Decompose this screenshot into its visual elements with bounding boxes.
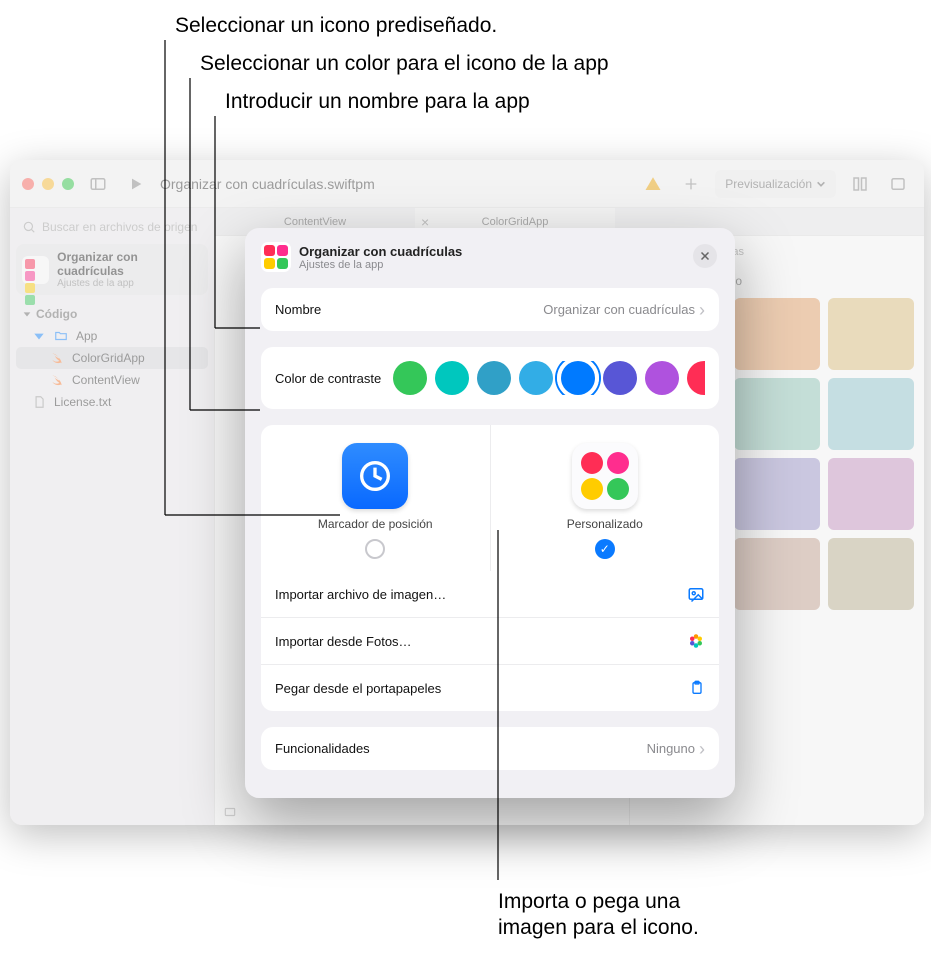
accent-swatch[interactable] (477, 361, 511, 395)
name-card: Nombre Organizar con cuadrículas › (261, 288, 719, 331)
image-icon (687, 585, 705, 603)
paste-clipboard-row[interactable]: Pegar desde el portapapeles (261, 664, 719, 711)
accent-swatch[interactable] (393, 361, 427, 395)
clipboard-icon (689, 679, 705, 697)
clock-icon (355, 456, 395, 496)
capabilities-card: Funcionalidades Ninguno › (261, 727, 719, 770)
capabilities-row[interactable]: Funcionalidades Ninguno › (261, 727, 719, 770)
accent-swatch[interactable] (603, 361, 637, 395)
placeholder-icon-option[interactable]: Marcador de posición (261, 425, 490, 571)
svg-text:imagen para el icono.: imagen para el icono. (498, 916, 699, 939)
accent-swatch[interactable] (687, 361, 705, 395)
custom-icon-preview (572, 443, 638, 509)
close-icon (699, 250, 711, 262)
close-sheet-button[interactable] (693, 244, 717, 268)
name-row[interactable]: Nombre Organizar con cuadrículas › (261, 288, 719, 331)
placeholder-icon-preview (342, 443, 408, 509)
svg-text:Importa o pega una: Importa o pega una (498, 890, 680, 913)
accent-color-picker[interactable] (393, 361, 705, 395)
svg-text:Seleccionar un icono prediseña: Seleccionar un icono prediseñado. (175, 14, 497, 37)
custom-icon-option[interactable]: Personalizado ✓ (490, 425, 720, 571)
svg-text:Seleccionar un color para el i: Seleccionar un color para el icono de la… (200, 52, 609, 75)
import-photos-row[interactable]: Importar desde Fotos… (261, 617, 719, 664)
radio-unchecked-icon[interactable] (365, 539, 385, 559)
accent-color-card: Color de contraste (261, 347, 719, 409)
sheet-subtitle: Ajustes de la app (299, 259, 462, 271)
app-settings-sheet: Organizar con cuadrículas Ajustes de la … (245, 228, 735, 798)
radio-checked-icon[interactable]: ✓ (595, 539, 615, 559)
accent-swatch[interactable] (645, 361, 679, 395)
accent-swatch[interactable] (519, 361, 553, 395)
sheet-app-icon (261, 242, 291, 272)
photos-icon (687, 632, 705, 650)
svg-text:Introducir un nombre para la a: Introducir un nombre para la app (225, 90, 530, 113)
import-image-row[interactable]: Importar archivo de imagen… (261, 571, 719, 617)
icon-card: Marcador de posición Personalizado ✓ Imp… (261, 425, 719, 711)
accent-swatch[interactable] (435, 361, 469, 395)
sheet-title: Organizar con cuadrículas (299, 244, 462, 259)
accent-swatch[interactable] (561, 361, 595, 395)
